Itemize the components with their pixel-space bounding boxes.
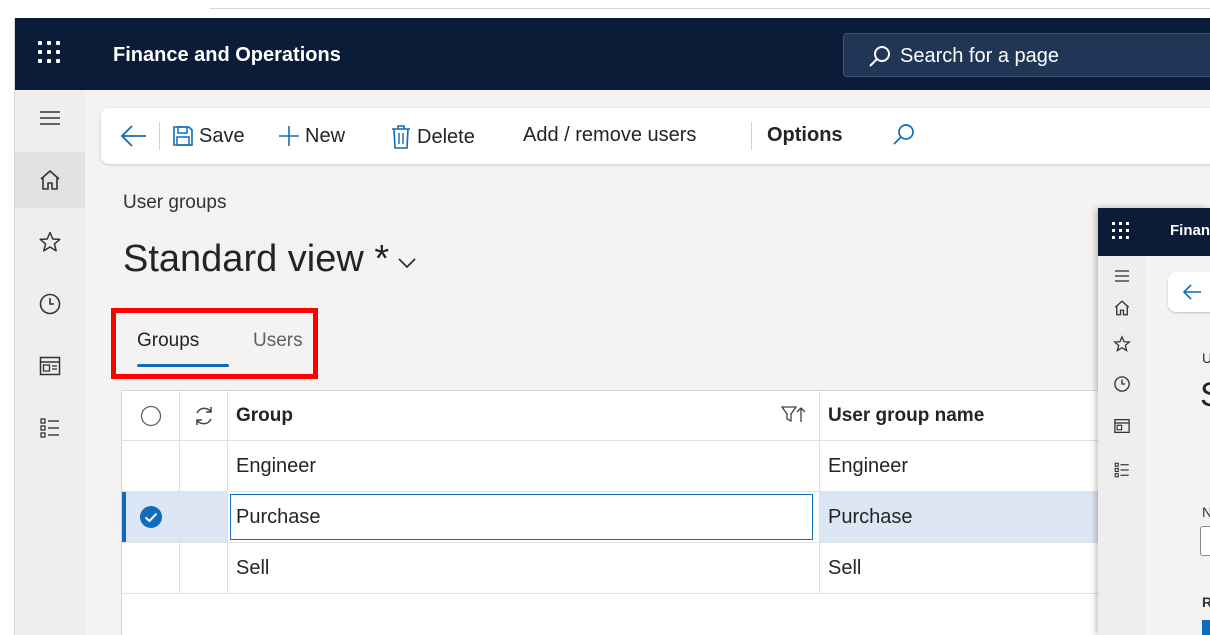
filter-sort-icon[interactable] (781, 405, 807, 425)
secondary-breadcrumb: U (1202, 350, 1210, 366)
secondary-field-input[interactable] (1200, 526, 1210, 556)
delete-label: Delete (417, 125, 475, 148)
table-row[interactable]: Sell Sell (122, 543, 1122, 594)
radio-circle-icon (140, 405, 161, 426)
delete-button[interactable]: Delete (389, 124, 475, 150)
plus-icon (279, 126, 299, 146)
home-icon (1114, 300, 1130, 316)
modules-list-icon (40, 418, 59, 438)
secondary-accent-bar (1202, 620, 1210, 635)
column-header-label: User group name (828, 404, 985, 426)
top-bar: Finance and Operations Search for a page (15, 18, 1210, 90)
table-row[interactable]: Engineer Engineer (122, 441, 1122, 492)
nav-modules[interactable] (15, 400, 85, 456)
user-groups-grid: Group User group name Engineer Engineer (121, 390, 1122, 635)
window-edge (210, 8, 1210, 9)
new-label: New (305, 124, 346, 147)
nav-hamburger[interactable] (15, 90, 85, 146)
secondary-left-nav (1098, 256, 1146, 635)
nav-recent[interactable] (15, 276, 85, 332)
screenshot-frame: Finance and Operations Search for a page (0, 0, 1210, 635)
toolbar-separator (159, 122, 160, 150)
save-label: Save (199, 124, 245, 147)
secondary-window: Finance and Operations (1098, 208, 1210, 635)
grid-header-row: Group User group name (122, 391, 1122, 441)
hamburger-icon (40, 111, 60, 125)
highlight-box (111, 308, 318, 379)
secondary-field-label: N (1202, 504, 1210, 520)
workspace-icon (1114, 418, 1130, 434)
clock-icon (1114, 376, 1130, 392)
checkmark-circle-icon (139, 506, 162, 528)
breadcrumb: User groups (123, 192, 227, 213)
save-button[interactable]: Save (171, 124, 245, 148)
search-placeholder: Search for a page (900, 45, 1059, 67)
cell-group[interactable]: Engineer (228, 441, 820, 491)
app-launcher-icon[interactable] (37, 40, 63, 66)
secondary-action-bar (1168, 272, 1210, 312)
row-marker-cell (180, 441, 228, 491)
row-marker-cell (180, 492, 228, 542)
add-remove-users-button[interactable]: Add / remove users (523, 124, 696, 147)
nav-favorites[interactable] (1098, 324, 1146, 364)
nav-home[interactable] (15, 152, 85, 208)
search-icon (869, 46, 890, 67)
search-icon (893, 124, 914, 145)
search-box[interactable]: Search for a page (843, 33, 1210, 77)
cell-focus-outline (230, 494, 813, 540)
select-all-checkbox[interactable] (122, 391, 180, 440)
back-arrow-icon[interactable] (1182, 282, 1202, 302)
action-bar: Save New Delete Add / remove users Optio… (101, 108, 1210, 164)
table-row-selected[interactable]: Purchase Purchase (122, 492, 1122, 543)
save-icon (173, 126, 193, 146)
add-remove-users-label: Add / remove users (523, 124, 697, 146)
page-title: Standard view * (123, 238, 390, 280)
hamburger-icon (1115, 270, 1129, 282)
row-select-cell[interactable] (122, 441, 180, 491)
refresh-icon (195, 406, 212, 425)
row-marker-cell (180, 543, 228, 593)
row-select-cell[interactable] (122, 492, 180, 542)
home-icon (40, 170, 60, 190)
options-tab[interactable]: Options (767, 124, 843, 147)
nav-workspaces[interactable] (1098, 406, 1146, 446)
secondary-page-title: S (1200, 376, 1210, 415)
cell-user-group-name[interactable]: Sell (820, 543, 1122, 593)
nav-favorites[interactable] (15, 214, 85, 270)
cell-user-group-name[interactable]: Purchase (820, 492, 1122, 542)
back-button[interactable] (119, 122, 149, 150)
options-label: Options (767, 124, 843, 146)
secondary-section-label: R (1202, 594, 1210, 610)
nav-home[interactable] (1098, 288, 1146, 328)
cell-user-group-name[interactable]: Engineer (820, 441, 1122, 491)
secondary-top-bar: Finance and Operations (1098, 208, 1210, 256)
column-header-label: Group (236, 404, 293, 426)
left-nav (15, 90, 85, 635)
secondary-app-title[interactable]: Finance and Operations (1170, 222, 1210, 239)
star-icon (39, 231, 61, 252)
workspace-icon (39, 356, 61, 376)
app-title[interactable]: Finance and Operations (113, 44, 341, 67)
action-search-button[interactable] (891, 122, 917, 148)
cell-group[interactable]: Sell (228, 543, 820, 593)
star-icon (1113, 335, 1131, 352)
view-selector[interactable]: Standard view * (123, 238, 417, 281)
row-select-cell[interactable] (122, 543, 180, 593)
app-launcher-icon[interactable] (1112, 222, 1130, 240)
refresh-button[interactable] (180, 391, 228, 440)
nav-recent[interactable] (1098, 364, 1146, 404)
column-header-group[interactable]: Group (228, 391, 820, 440)
clock-icon (39, 293, 61, 315)
new-button[interactable]: New (277, 124, 345, 148)
nav-workspaces[interactable] (15, 338, 85, 394)
modules-list-icon (1114, 462, 1129, 478)
nav-modules[interactable] (1098, 450, 1146, 490)
app-window: Finance and Operations Search for a page (14, 18, 1210, 635)
column-header-user-group-name[interactable]: User group name (820, 391, 1122, 440)
chevron-down-icon (398, 257, 416, 268)
toolbar-separator (751, 122, 752, 150)
delete-icon (392, 125, 410, 149)
back-arrow-icon (120, 125, 146, 147)
